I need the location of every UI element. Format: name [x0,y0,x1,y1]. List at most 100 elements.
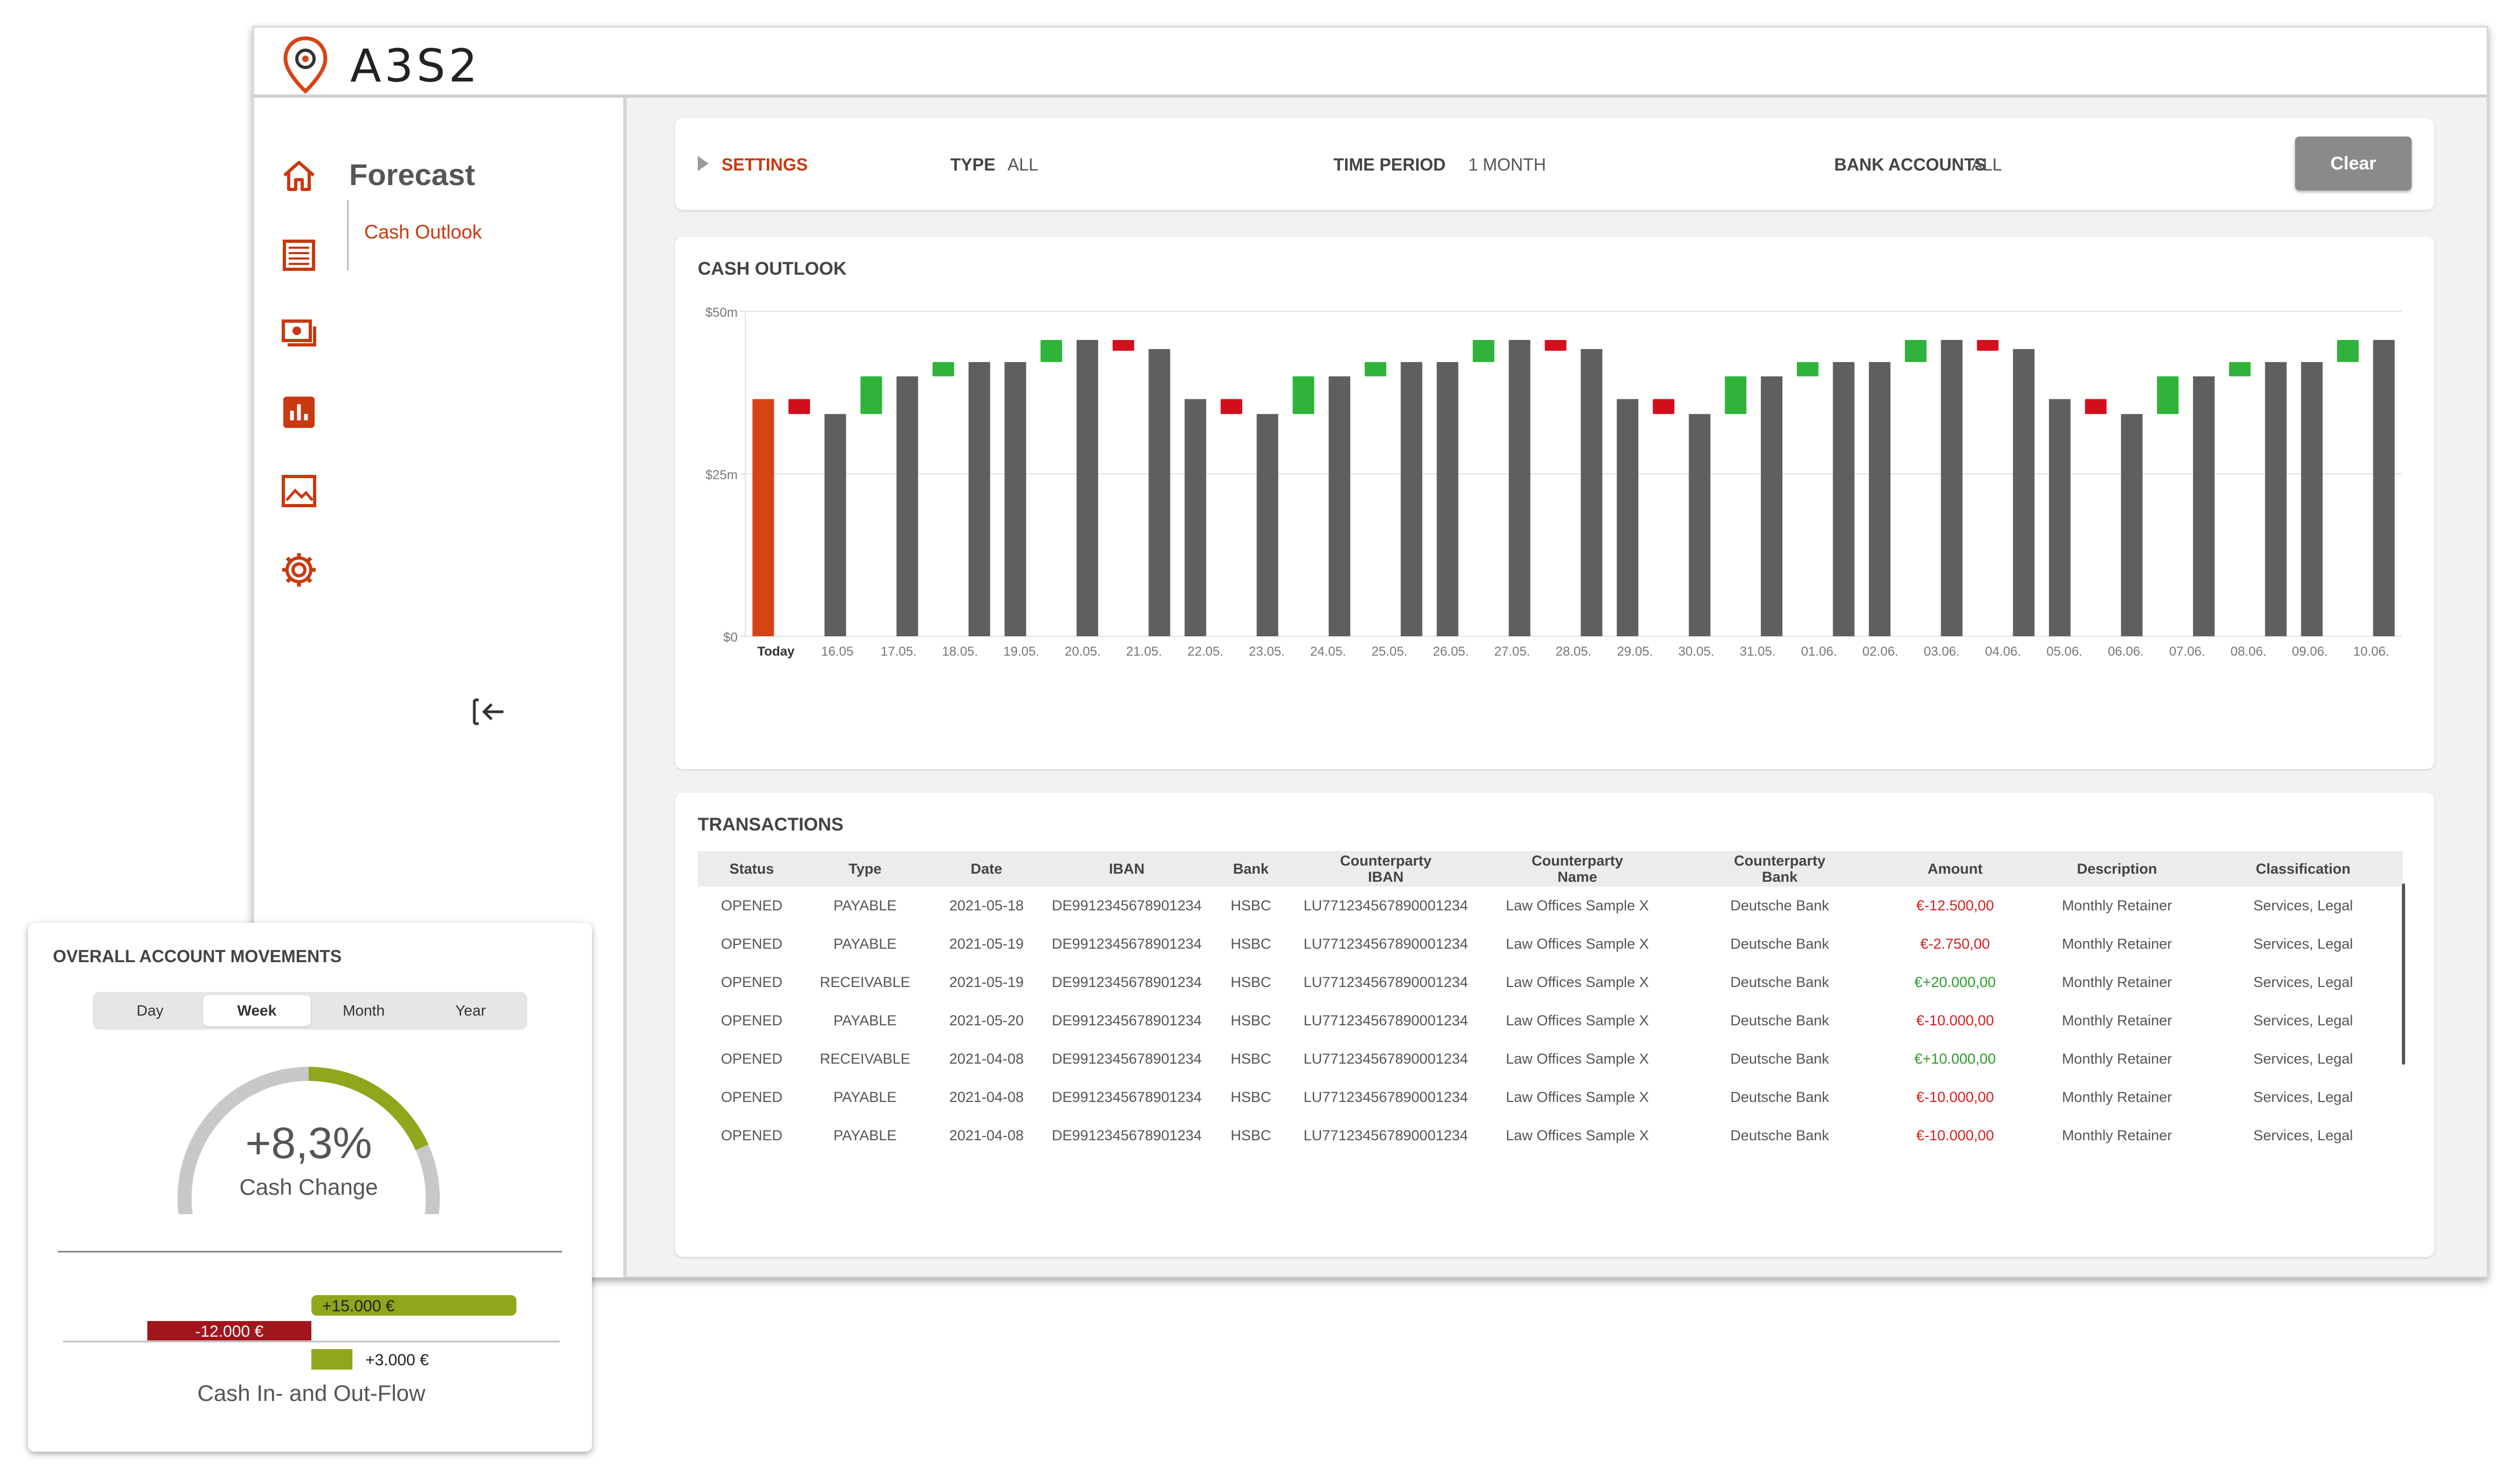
table-cell: LU771234567890001234 [1303,897,1468,914]
list-icon[interactable] [280,236,318,274]
gear-icon[interactable] [280,551,318,589]
balance-bar[interactable] [2193,376,2215,636]
decrease-bar[interactable] [788,399,811,414]
column-header[interactable]: Type [806,851,924,887]
balance-bar[interactable] [1256,414,1278,636]
collapse-sidebar-icon[interactable] [470,696,508,728]
table-cell: RECEIVABLE [820,974,910,990]
balance-bar[interactable] [1869,362,1891,636]
balance-bar[interactable] [2013,349,2035,636]
expand-triangle-icon[interactable] [698,156,709,171]
increase-bar[interactable] [2337,339,2359,362]
table-row[interactable]: OPENED PAYABLE 2021-04-08 DE991234567890123… [698,1078,2403,1117]
column-header[interactable]: IBAN [1049,851,1205,887]
time-period-value[interactable]: 1 MONTH [1468,155,1546,175]
period-day-button[interactable]: Day [96,995,204,1026]
balance-bar[interactable] [2373,339,2395,636]
balance-bar[interactable] [968,362,990,636]
settings-toggle[interactable]: SETTINGS [721,155,808,175]
column-header[interactable]: Counterparty IBAN [1297,851,1475,887]
increase-bar[interactable] [1725,376,1747,414]
increase-bar[interactable] [932,362,955,377]
column-header[interactable]: Counterparty Name [1475,851,1680,887]
table-cell: LU771234567890001234 [1303,974,1468,990]
home-icon[interactable] [280,157,318,195]
table-header-row: Status Type Date IBAN Bank Counterparty IBAN C… [698,851,2403,887]
table-row[interactable]: OPENED PAYABLE 2021-05-18 DE991234567890123… [698,887,2403,925]
column-header[interactable]: Status [698,851,806,887]
sidebar-item-cash-outlook[interactable]: Cash Outlook [364,221,482,243]
x-tick-label: 05.06. [2046,644,2082,659]
balance-bar[interactable] [1941,339,1963,636]
table-row[interactable]: OPENED PAYABLE 2021-05-20 DE991234567890123… [698,1002,2403,1040]
balance-bar[interactable] [1148,349,1170,636]
balance-bar[interactable] [1184,399,1207,636]
period-week-button[interactable]: Week [203,995,311,1026]
balance-bar[interactable] [1329,376,1351,636]
x-tick-label: 24.05. [1310,644,1346,659]
decrease-bar[interactable] [2085,399,2107,414]
table-row[interactable]: OPENED PAYABLE 2021-04-08 DE991234567890123… [698,1117,2403,1155]
balance-bar[interactable] [2121,414,2143,636]
sidebar-section-title[interactable]: Forecast [349,157,475,192]
increase-bar[interactable] [2229,362,2251,377]
table-cell: LU771234567890001234 [1303,1127,1468,1143]
image-icon[interactable] [280,472,318,510]
period-month-button[interactable]: Month [310,995,418,1026]
bank-accounts-value[interactable]: ALL [1971,155,2002,175]
table-cell: DE9912345678901234 [1052,897,1202,914]
decrease-bar[interactable] [1220,399,1242,414]
today-balance-bar[interactable] [752,399,774,636]
column-header[interactable]: Date [924,851,1049,887]
balance-bar[interactable] [1689,414,1711,636]
increase-bar[interactable] [2157,376,2179,414]
bar-chart-icon[interactable] [280,393,318,431]
decrease-bar[interactable] [1112,339,1134,351]
decrease-bar[interactable] [1977,339,1999,351]
balance-bar[interactable] [896,376,918,636]
x-tick-label: 19.05. [1003,644,1039,659]
table-cell: Monthly Retainer [2061,1127,2173,1143]
clear-button[interactable]: Clear [2295,137,2412,190]
decrease-bar[interactable] [1652,399,1674,414]
balance-bar[interactable] [1833,362,1855,636]
balance-bar[interactable] [1761,376,1783,636]
balance-bar[interactable] [1400,362,1422,636]
money-icon[interactable] [280,315,318,352]
increase-bar[interactable] [1040,339,1063,362]
balance-bar[interactable] [1617,399,1639,636]
increase-bar[interactable] [1473,339,1495,362]
x-tick-label: 27.05. [1494,644,1530,659]
balance-bar[interactable] [1077,339,1099,636]
period-year-button[interactable]: Year [417,995,525,1026]
increase-bar[interactable] [1796,362,1819,377]
column-header[interactable]: Description [2031,851,2203,887]
balance-bar[interactable] [2048,399,2071,636]
column-header[interactable]: Amount [1880,851,2031,887]
cash-flow-value: -12.000 € [195,1323,264,1340]
balance-bar[interactable] [824,414,846,636]
column-header[interactable]: Counterparty Bank [1680,851,1880,887]
increase-bar[interactable] [1905,339,1927,362]
balance-bar[interactable] [1581,349,1603,636]
submenu-divider [347,200,349,270]
type-value[interactable]: ALL [1007,155,1038,175]
column-header[interactable]: Classification [2203,851,2403,887]
balance-bar[interactable] [2301,362,2323,636]
x-tick-label: 03.06. [1924,644,1960,659]
increase-bar[interactable] [1292,376,1315,414]
table-cell: Deutsche Bank [1730,936,1829,952]
balance-bar[interactable] [1004,362,1026,636]
increase-bar[interactable] [1364,362,1386,377]
balance-bar[interactable] [1436,362,1459,636]
table-row[interactable]: OPENED PAYABLE 2021-05-19 DE991234567890123… [698,925,2403,963]
increase-bar[interactable] [860,376,882,414]
table-row[interactable]: OPENED RECEIVABLE 2021-05-19 DE991234567890… [698,963,2403,1002]
decrease-bar[interactable] [1544,339,1567,351]
balance-bar[interactable] [2265,362,2287,636]
column-header[interactable]: Bank [1205,851,1297,887]
balance-bar[interactable] [1508,339,1530,636]
table-row[interactable]: OPENED RECEIVABLE 2021-04-08 DE991234567890… [698,1040,2403,1078]
x-tick-label: 10.06. [2353,644,2389,659]
table-scrollbar[interactable] [2402,883,2405,1065]
